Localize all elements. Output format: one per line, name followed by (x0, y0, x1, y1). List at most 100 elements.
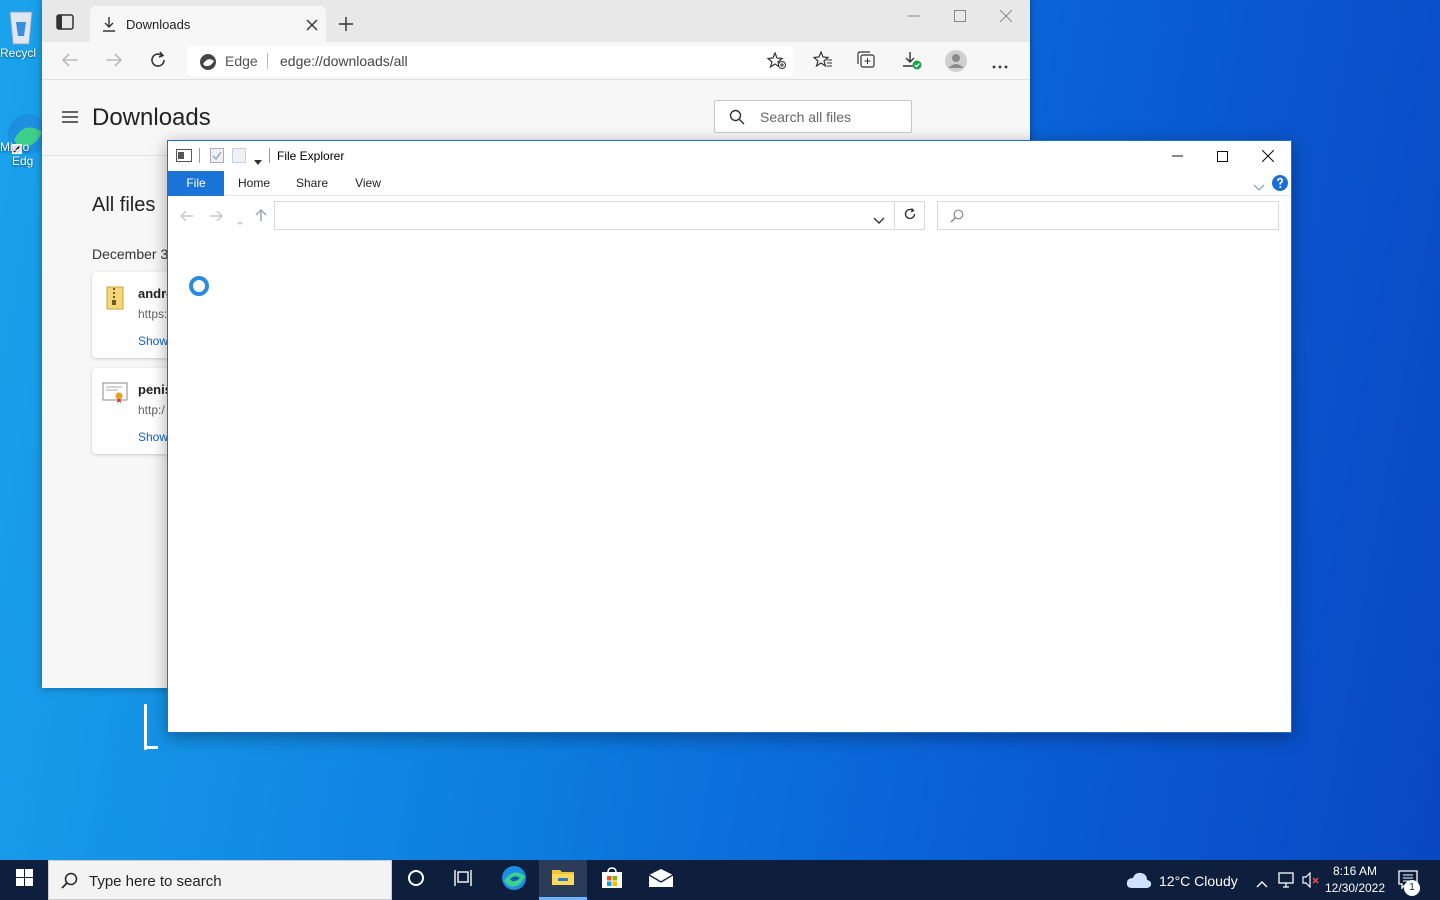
search-files-input[interactable]: Search all files (714, 100, 912, 133)
taskbar: Type here to search 12°C Cloudy 8:16 AM … (0, 860, 1440, 900)
explorer-search-input[interactable] (937, 201, 1279, 230)
tab-title: Downloads (126, 17, 191, 32)
ribbon-tabs: File Home Share View (168, 171, 1291, 196)
tab-view[interactable]: View (344, 171, 392, 196)
downloads-icon[interactable] (902, 51, 922, 76)
refresh-icon (904, 207, 916, 225)
qat-divider (199, 148, 200, 163)
cortana-button[interactable] (392, 860, 440, 900)
refresh-icon[interactable] (149, 51, 167, 74)
tab-file[interactable]: File (168, 171, 224, 196)
favorites-icon[interactable] (812, 50, 833, 74)
cortana-circle-icon (407, 869, 425, 892)
forward-icon[interactable] (105, 52, 123, 73)
help-icon[interactable] (1272, 175, 1288, 196)
tab-downloads[interactable]: Downloads (90, 6, 326, 42)
explorer-title: File Explorer (277, 149, 345, 163)
back-icon[interactable] (61, 52, 79, 73)
search-icon (950, 209, 964, 228)
address-dropdown-icon[interactable] (873, 212, 885, 230)
cursor-artifact (144, 704, 147, 750)
desktop-icon-recycle-bin[interactable]: Recycl (0, 6, 44, 60)
explorer-content-area (168, 235, 1291, 732)
windows-logo-icon (15, 869, 33, 891)
search-icon (729, 109, 745, 130)
refresh-button[interactable] (895, 201, 925, 230)
close-tab-icon[interactable] (306, 18, 318, 36)
download-file-url: https: (138, 307, 168, 321)
explorer-address-bar[interactable] (274, 201, 895, 230)
up-icon[interactable] (255, 208, 267, 227)
menu-icon[interactable] (62, 110, 78, 128)
show-hidden-icons-chevron-icon[interactable] (1256, 875, 1268, 893)
file-explorer-window: File Explorer File Home Share View (167, 140, 1292, 733)
certificate-file-icon (102, 382, 128, 409)
explorer-titlebar: File Explorer (168, 141, 1291, 171)
cursor-artifact-base (144, 746, 158, 749)
folder-icon (552, 867, 574, 890)
edge-icon (501, 865, 527, 896)
weather-cloud-icon[interactable] (1126, 871, 1152, 894)
tab-home[interactable]: Home (230, 171, 278, 196)
show-in-folder-link[interactable]: Show (138, 334, 168, 348)
profile-avatar[interactable] (945, 50, 967, 77)
add-favorite-icon[interactable] (766, 51, 787, 75)
weather-text[interactable]: 12°C Cloudy (1159, 873, 1238, 889)
show-in-folder-link[interactable]: Show (138, 430, 168, 444)
address-divider (267, 53, 268, 69)
tab-share[interactable]: Share (288, 171, 336, 196)
minimize-icon[interactable] (1166, 148, 1188, 164)
date-group-heading: December 3 (92, 246, 169, 262)
taskbar-store[interactable] (588, 860, 636, 900)
start-button[interactable] (0, 860, 48, 900)
zip-file-icon (106, 286, 124, 315)
taskbar-mail[interactable] (637, 860, 685, 900)
desktop-icon-edge[interactable]: Micro Edg (0, 110, 44, 168)
edge-logo-icon (199, 53, 217, 76)
maximize-icon[interactable] (1211, 148, 1233, 164)
collections-icon[interactable] (857, 51, 877, 74)
system-clock[interactable]: 8:16 AM 12/30/2022 (1318, 863, 1392, 897)
tab-actions-icon[interactable] (56, 14, 74, 35)
taskbar-search-box[interactable]: Type here to search (48, 860, 392, 900)
address-url[interactable]: edge://downloads/all (280, 53, 408, 69)
clock-date: 12/30/2022 (1324, 881, 1386, 895)
taskbar-search-placeholder: Type here to search (89, 873, 222, 890)
taskbar-edge[interactable] (490, 860, 538, 900)
network-icon[interactable] (1278, 872, 1296, 893)
expand-ribbon-icon[interactable] (1253, 179, 1265, 197)
task-view-icon (454, 869, 474, 891)
maximize-icon[interactable] (948, 8, 972, 24)
window-menu-icon[interactable] (176, 149, 192, 167)
explorer-navigation-bar (168, 197, 1291, 235)
clock-time: 8:16 AM (1332, 864, 1378, 878)
edge-toolbar: Edge edge://downloads/all (42, 42, 1030, 80)
store-icon (601, 866, 623, 894)
recent-locations-icon[interactable] (237, 213, 243, 231)
new-tab-icon[interactable] (338, 16, 354, 37)
new-folder-icon[interactable] (232, 148, 246, 168)
section-title: All files (92, 194, 156, 216)
edge-titlebar: Downloads (42, 0, 1030, 42)
desktop-icon-label: Recycl (0, 46, 37, 60)
properties-icon[interactable] (210, 148, 224, 168)
download-icon (102, 16, 116, 37)
minimize-icon[interactable] (902, 8, 926, 24)
back-icon[interactable] (179, 209, 194, 227)
loading-spinner-icon (188, 275, 210, 302)
recycle-bin-icon (4, 6, 38, 46)
taskbar-file-explorer[interactable] (539, 860, 587, 900)
more-options-icon[interactable] (992, 56, 1008, 74)
download-file-url: http:/ (138, 403, 165, 417)
task-view-button[interactable] (440, 860, 488, 900)
page-title: Downloads (92, 104, 211, 131)
site-label: Edge (225, 53, 258, 69)
forward-icon[interactable] (209, 209, 224, 227)
notification-count-badge: 1 (1404, 880, 1420, 896)
qat-dropdown-icon[interactable] (254, 153, 262, 171)
search-icon (61, 872, 78, 894)
address-bar[interactable]: Edge edge://downloads/all (187, 46, 793, 76)
title-divider (269, 148, 270, 163)
close-icon[interactable] (994, 8, 1018, 24)
close-icon[interactable] (1257, 148, 1279, 164)
